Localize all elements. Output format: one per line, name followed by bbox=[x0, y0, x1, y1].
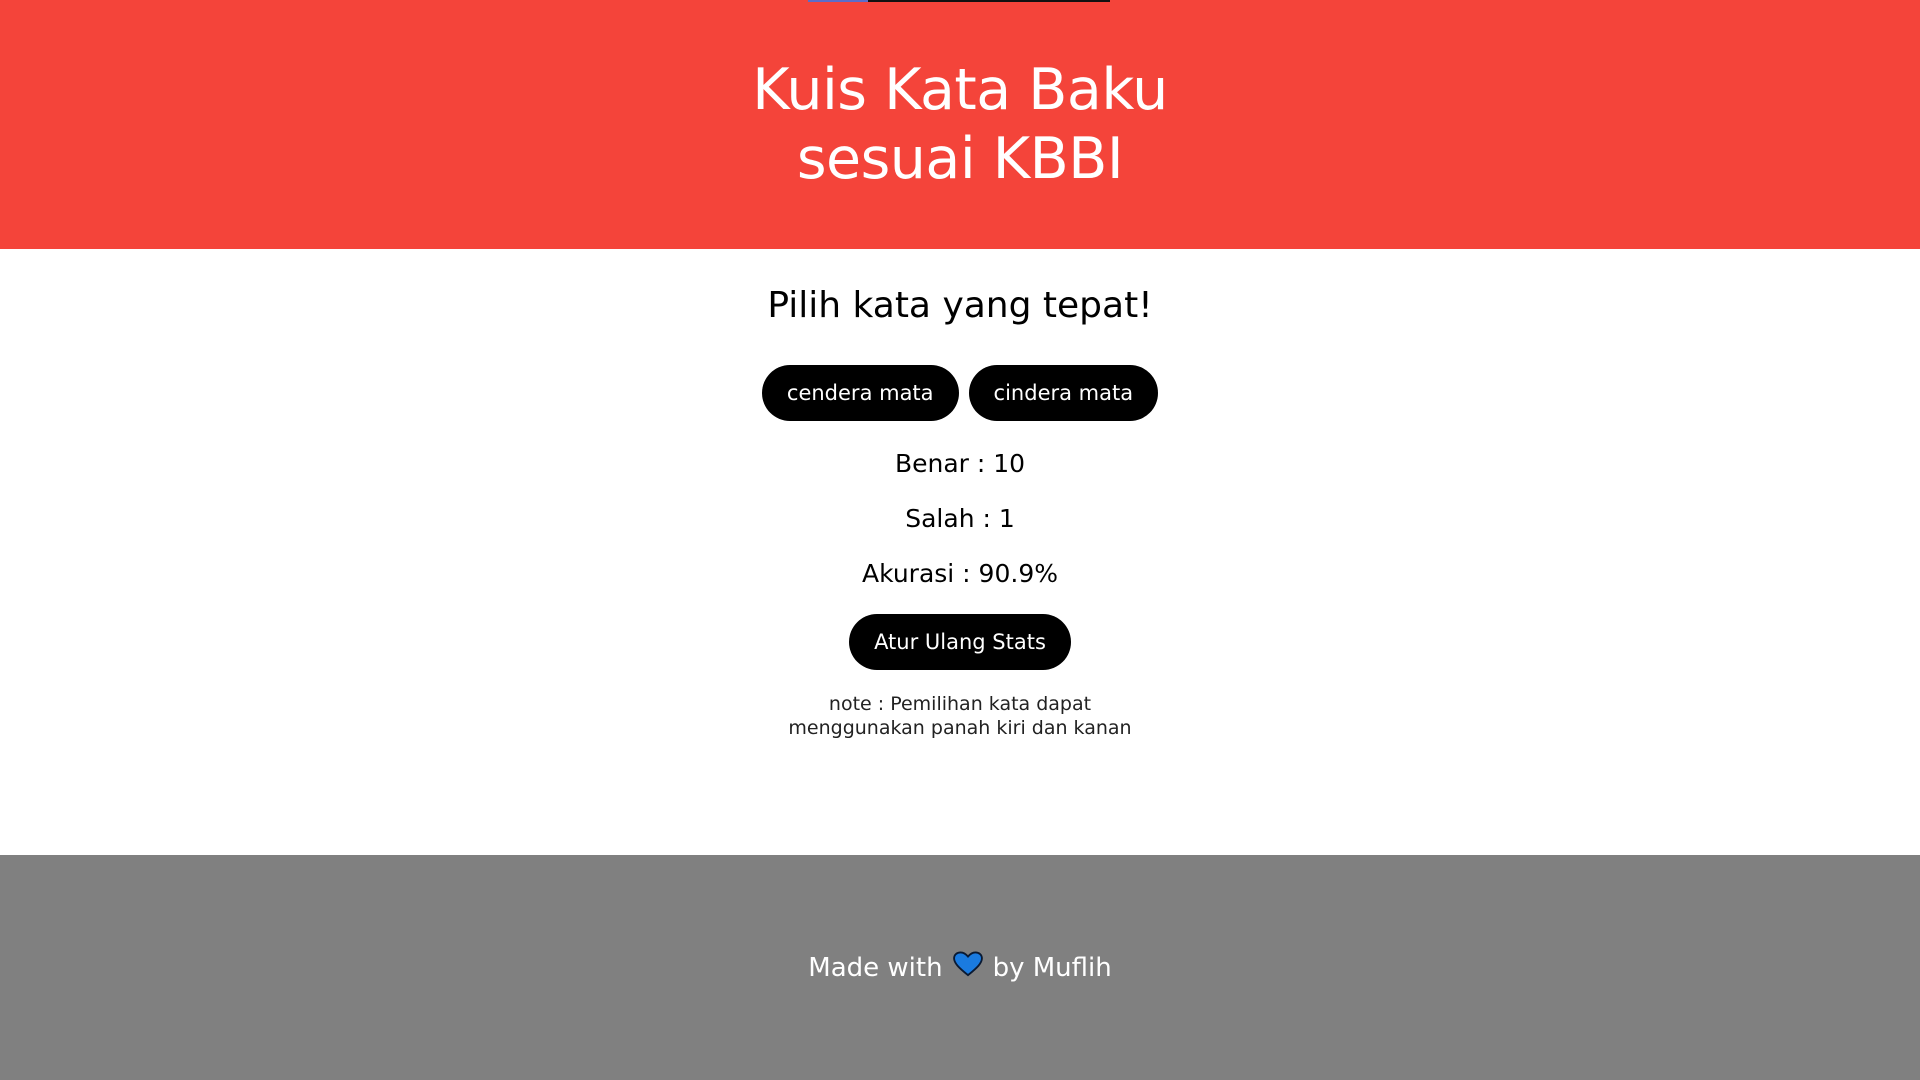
page-footer: Made with by Muflih bbox=[0, 855, 1920, 1080]
quiz-prompt: Pilih kata yang tepat! bbox=[767, 285, 1153, 326]
quiz-panel: Pilih kata yang tepat! cendera mata cind… bbox=[0, 249, 1920, 855]
wrong-count: Salah : 1 bbox=[905, 504, 1015, 533]
correct-count: Benar : 10 bbox=[894, 449, 1026, 478]
option-left-button[interactable]: cendera mata bbox=[761, 365, 959, 421]
page-title: Kuis Kata Baku sesuai KBBI bbox=[752, 56, 1168, 194]
page-header: Kuis Kata Baku sesuai KBBI bbox=[0, 0, 1920, 249]
quiz-progress-bar bbox=[808, 0, 1110, 2]
blue-heart-icon bbox=[952, 951, 983, 984]
keyboard-hint-note: note : Pemilihan kata dapat menggunakan … bbox=[788, 693, 1132, 739]
page-title-line2: sesuai KBBI bbox=[796, 125, 1124, 192]
option-right-button[interactable]: cindera mata bbox=[968, 365, 1159, 421]
accuracy-value: Akurasi : 90.9% bbox=[862, 559, 1058, 588]
quiz-progress-fill bbox=[808, 0, 869, 2]
reset-stats-button[interactable]: Atur Ulang Stats bbox=[849, 614, 1071, 670]
page-title-line1: Kuis Kata Baku bbox=[752, 56, 1168, 123]
footer-made-with: Made with bbox=[808, 952, 943, 983]
footer-author: by Muflih bbox=[992, 952, 1112, 983]
answer-options: cendera mata cindera mata bbox=[0, 365, 1920, 421]
